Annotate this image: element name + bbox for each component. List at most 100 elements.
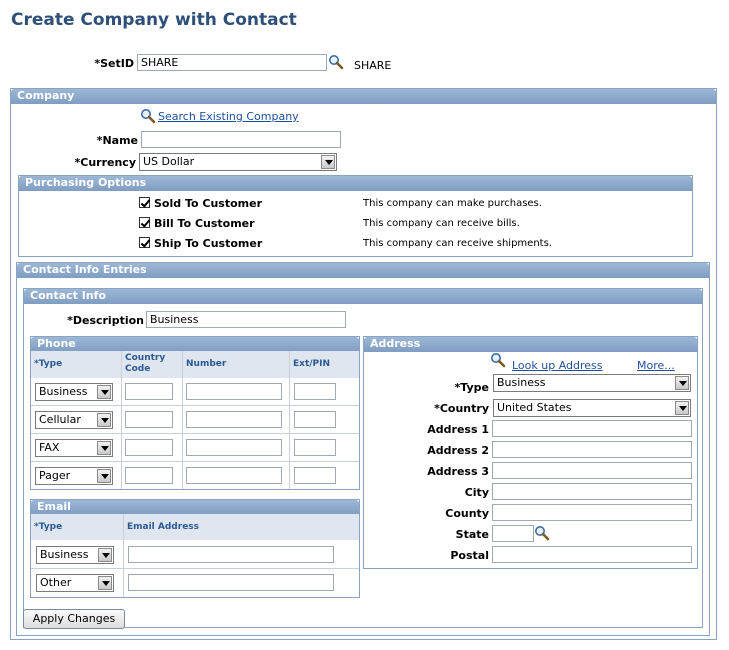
email-row-divider (31, 568, 359, 569)
sold-to-desc: This company can make purchases. (363, 198, 542, 209)
address-type-select[interactable]: Business (493, 374, 691, 392)
address-type-value: Business (497, 376, 546, 389)
chevron-down-icon (97, 385, 111, 399)
ship-to-desc: This company can receive shipments. (363, 238, 552, 249)
setid-label: *SetID (94, 57, 134, 70)
phone-ext-input[interactable] (294, 411, 336, 428)
description-input[interactable]: Business (146, 311, 346, 328)
chevron-down-icon (321, 155, 335, 169)
purchasing-options-section: Purchasing Options (18, 175, 693, 257)
email-col-type: *Type (34, 522, 63, 532)
sold-to-checkbox[interactable] (139, 197, 150, 208)
phone-number-input[interactable] (186, 439, 282, 456)
search-existing-company-link[interactable]: Search Existing Company (158, 110, 299, 123)
phone-row-divider (31, 433, 359, 434)
phone-type-value: Cellular (39, 413, 81, 426)
email-type-value: Other (40, 576, 72, 589)
phone-number-input[interactable] (186, 383, 282, 400)
phone-col-number: Number (186, 359, 227, 369)
contact-info-entries-header: Contact Info Entries (17, 263, 709, 278)
email-address-input[interactable] (128, 574, 334, 591)
email-type-select[interactable]: Other (36, 574, 114, 592)
city-label: City (464, 486, 489, 499)
apply-changes-button[interactable]: Apply Changes (23, 609, 125, 629)
phone-country-code-input[interactable] (125, 439, 173, 456)
phone-country-code-input[interactable] (125, 467, 173, 484)
phone-ext-input[interactable] (294, 439, 336, 456)
phone-country-code-input[interactable] (125, 411, 173, 428)
phone-col-type: *Type (34, 359, 63, 369)
address-header: Address (364, 337, 697, 352)
city-input[interactable] (492, 483, 692, 500)
address3-input[interactable] (492, 462, 692, 479)
contact-info-header: Contact Info (24, 289, 702, 304)
phone-type-select[interactable]: FAX (35, 439, 113, 457)
name-label: *Name (96, 134, 138, 147)
chevron-down-icon (675, 376, 689, 390)
country-select[interactable]: United States (493, 399, 691, 417)
address3-label: Address 3 (427, 465, 489, 478)
phone-country-code-input[interactable] (125, 383, 173, 400)
state-label: State (455, 528, 489, 541)
ship-to-checkbox[interactable] (139, 237, 150, 248)
address1-label: Address 1 (427, 423, 489, 436)
more-link[interactable]: More... (637, 359, 675, 372)
phone-row-divider (31, 405, 359, 406)
look-up-address-link[interactable]: Look up Address (512, 359, 603, 372)
phone-col-country-code: Country Code (125, 353, 166, 374)
sold-to-label: Sold To Customer (154, 197, 262, 210)
page-title: Create Company with Contact (11, 10, 297, 30)
state-input[interactable] (492, 525, 534, 542)
phone-type-select[interactable]: Business (35, 383, 113, 401)
chevron-down-icon (97, 441, 111, 455)
chevron-down-icon (97, 469, 111, 483)
name-input[interactable] (141, 131, 341, 148)
postal-label: Postal (450, 549, 489, 562)
phone-type-select[interactable]: Cellular (35, 411, 113, 429)
phone-grid-divider (182, 351, 183, 489)
address2-label: Address 2 (427, 444, 489, 457)
address-type-label: *Type (454, 381, 489, 394)
chevron-down-icon (97, 413, 111, 427)
county-label: County (445, 507, 489, 520)
county-input[interactable] (492, 504, 692, 521)
email-header: Email (31, 500, 359, 515)
phone-type-value: FAX (39, 441, 60, 454)
lookup-address-icon[interactable] (490, 352, 506, 368)
email-type-value: Business (40, 548, 89, 561)
chevron-down-icon (98, 576, 112, 590)
chevron-down-icon (98, 548, 112, 562)
bill-to-label: Bill To Customer (154, 217, 255, 230)
phone-number-input[interactable] (186, 411, 282, 428)
bill-to-desc: This company can receive bills. (363, 218, 520, 229)
currency-value: US Dollar (143, 155, 195, 168)
email-address-input[interactable] (128, 546, 334, 563)
address1-input[interactable] (492, 420, 692, 437)
postal-input[interactable] (492, 546, 692, 563)
country-label: *Country (434, 402, 489, 415)
country-value: United States (497, 401, 572, 414)
bill-to-checkbox[interactable] (139, 217, 150, 228)
currency-select[interactable]: US Dollar (139, 153, 337, 171)
company-header: Company (11, 89, 716, 104)
phone-ext-input[interactable] (294, 383, 336, 400)
chevron-down-icon (675, 401, 689, 415)
setid-lookup-icon[interactable] (328, 54, 344, 70)
phone-type-select[interactable]: Pager (35, 467, 113, 485)
phone-ext-input[interactable] (294, 467, 336, 484)
phone-number-input[interactable] (186, 467, 282, 484)
state-lookup-icon[interactable] (534, 525, 550, 541)
phone-grid-divider (121, 351, 122, 489)
phone-type-value: Pager (39, 469, 71, 482)
currency-label: *Currency (74, 156, 137, 169)
ship-to-label: Ship To Customer (154, 237, 263, 250)
setid-input[interactable]: SHARE (137, 54, 327, 71)
search-company-icon[interactable] (140, 108, 156, 124)
purchasing-options-header: Purchasing Options (19, 176, 692, 191)
email-grid-divider (123, 514, 124, 597)
address2-input[interactable] (492, 441, 692, 458)
phone-grid-divider (289, 351, 290, 489)
setid-description: SHARE (354, 59, 392, 72)
phone-col-ext: Ext/PIN (293, 359, 331, 369)
email-type-select[interactable]: Business (36, 546, 114, 564)
